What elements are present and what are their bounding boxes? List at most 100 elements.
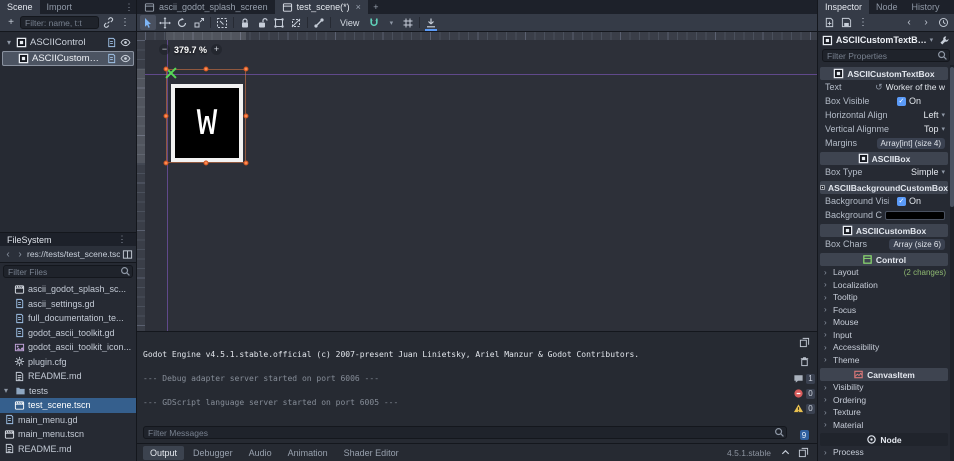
select-tool-button[interactable] [140, 15, 156, 30]
version-label[interactable]: 4.5.1.stable [723, 448, 775, 458]
box-type-dropdown[interactable]: Simple [911, 167, 939, 177]
tab-import[interactable]: Import [40, 0, 80, 14]
resource-menu-icon[interactable]: ⋮ [855, 15, 871, 30]
bottom-tab-animation[interactable]: Animation [281, 446, 335, 460]
group-mouse[interactable]: › Mouse [818, 316, 950, 329]
group-nodes-button[interactable] [271, 15, 287, 30]
skeleton-options-button[interactable] [311, 15, 327, 30]
resize-handle-br[interactable] [243, 160, 249, 166]
attached-script-icon[interactable] [106, 53, 117, 64]
checkbox-checked-icon[interactable]: ✓ [896, 196, 906, 206]
tab-ascii-godot-splash-screen[interactable]: ascii_godot_splash_screen [137, 0, 275, 14]
scene-filter-input[interactable] [20, 16, 99, 29]
group-visibility[interactable]: › Visibility [818, 381, 950, 394]
file-row[interactable]: ascii_settings.gd [0, 297, 136, 312]
file-row[interactable]: main_menu.gd [0, 413, 136, 428]
file-row[interactable]: README.md [0, 369, 136, 384]
file-row[interactable]: full_documentation_te... [0, 311, 136, 326]
instantiate-scene-icon[interactable] [100, 15, 116, 30]
move-tool-button[interactable] [157, 15, 173, 30]
zoom-in-button[interactable]: + [211, 44, 223, 55]
filesystem-menu-icon[interactable]: ⋮ [115, 234, 129, 245]
checkbox-checked-icon[interactable]: ✓ [896, 96, 906, 106]
tab-scene[interactable]: Scene [0, 0, 40, 14]
vertical-align-dropdown[interactable]: Top [924, 124, 939, 134]
resize-handle-l[interactable] [163, 113, 169, 119]
tab-node[interactable]: Node [869, 0, 905, 14]
tree-row-asciicontrol[interactable]: ▾ ASCIIControl [2, 35, 134, 50]
unlock-node-button[interactable] [254, 15, 270, 30]
canvas-viewport[interactable]: W − 379.7 % + [137, 32, 817, 331]
copy-log-button[interactable] [796, 335, 812, 350]
filesystem-filter-input[interactable] [3, 265, 133, 278]
project-export-button[interactable] [423, 15, 439, 31]
snap-toggle-button[interactable] [366, 15, 382, 30]
make-floating-button[interactable] [795, 445, 811, 460]
clear-log-button[interactable] [796, 354, 812, 369]
group-ordering[interactable]: › Ordering [818, 394, 950, 407]
file-row[interactable]: main_menu.tscn [0, 427, 136, 442]
group-material[interactable]: › Material [818, 419, 950, 432]
file-row[interactable]: godot_ascii_toolkit.gd [0, 326, 136, 341]
file-row-selected[interactable]: test_scene.tscn [0, 398, 136, 413]
visibility-eye-icon[interactable] [120, 37, 131, 48]
zoom-level-button[interactable]: 379.7 % [174, 45, 207, 55]
new-resource-button[interactable] [821, 15, 837, 30]
group-input[interactable]: › Input [818, 329, 950, 342]
bottom-tab-debugger[interactable]: Debugger [186, 446, 240, 460]
file-row[interactable]: plugin.cfg [0, 355, 136, 370]
editor-log-count-toggle[interactable]: 9 [799, 430, 809, 440]
folder-row-tests[interactable]: ▾ tests [0, 384, 136, 399]
group-texture[interactable]: › Texture [818, 406, 950, 419]
tab-test-scene[interactable]: test_scene(*) × [274, 0, 368, 14]
group-process[interactable]: › Process [818, 446, 950, 459]
output-filter-input[interactable] [143, 426, 787, 439]
group-theme[interactable]: › Theme [818, 354, 950, 367]
background-color-swatch[interactable] [885, 210, 945, 220]
history-back-icon[interactable]: ‹ [3, 249, 13, 260]
attached-script-icon[interactable] [106, 37, 117, 48]
group-tooltip[interactable]: › Tooltip [818, 291, 950, 304]
tab-inspector[interactable]: Inspector [818, 0, 870, 14]
scale-tool-button[interactable] [191, 15, 207, 30]
scrollbar-thumb[interactable] [950, 67, 954, 207]
grid-toggle-button[interactable] [400, 15, 416, 30]
list-select-tool-button[interactable] [214, 15, 230, 30]
lock-node-button[interactable] [237, 15, 253, 30]
history-forward-button[interactable]: › [918, 15, 934, 30]
resize-handle-b[interactable] [203, 160, 209, 166]
group-focus[interactable]: › Focus [818, 304, 950, 317]
horizontal-align-dropdown[interactable]: Left [923, 110, 938, 120]
add-node-button[interactable]: + [3, 15, 19, 30]
extra-options-wrench-icon[interactable] [939, 35, 950, 46]
history-forward-icon[interactable]: › [15, 249, 25, 260]
save-resource-button[interactable] [838, 15, 854, 30]
file-row[interactable]: README.md [0, 442, 136, 457]
ascii-textbox-node[interactable]: W [171, 84, 243, 162]
visibility-eye-icon[interactable] [120, 53, 131, 64]
view-menu[interactable]: View [334, 15, 365, 30]
resize-handle-tl[interactable] [163, 66, 169, 72]
warnings-count-toggle[interactable]: 0 [793, 403, 815, 414]
box-chars-array-button[interactable]: Array (size 6) [889, 238, 945, 250]
resize-handle-tr[interactable] [243, 66, 249, 72]
bottom-tab-audio[interactable]: Audio [242, 446, 279, 460]
zoom-out-button[interactable]: − [159, 44, 170, 55]
text-value-field[interactable]: Worker of the w [886, 82, 945, 92]
filesystem-header[interactable]: FileSystem ⋮ [0, 232, 136, 246]
resize-handle-bl[interactable] [163, 160, 169, 166]
dock-menu-icon[interactable]: ⋮ [122, 0, 136, 14]
bottom-tab-output[interactable]: Output [143, 445, 185, 460]
revert-icon[interactable]: ↺ [875, 82, 883, 93]
bottom-tab-shader-editor[interactable]: Shader Editor [337, 446, 406, 460]
file-row[interactable]: ascii_godot_splash_sc... [0, 282, 136, 297]
messages-count-toggle[interactable]: 1 [793, 373, 815, 384]
resize-handle-r[interactable] [243, 113, 249, 119]
add-scene-tab-button[interactable]: + [368, 0, 384, 14]
scene-dock-menu-icon[interactable]: ⋮ [117, 15, 133, 30]
edited-object-selector[interactable]: ASCIICustomTextBox ▾ [818, 32, 954, 48]
expand-bottom-panel-button[interactable] [777, 445, 793, 460]
ungroup-nodes-button[interactable] [288, 15, 304, 30]
inspector-filter-input[interactable] [822, 49, 950, 62]
snap-options-chevron[interactable]: ▾ [383, 15, 399, 30]
